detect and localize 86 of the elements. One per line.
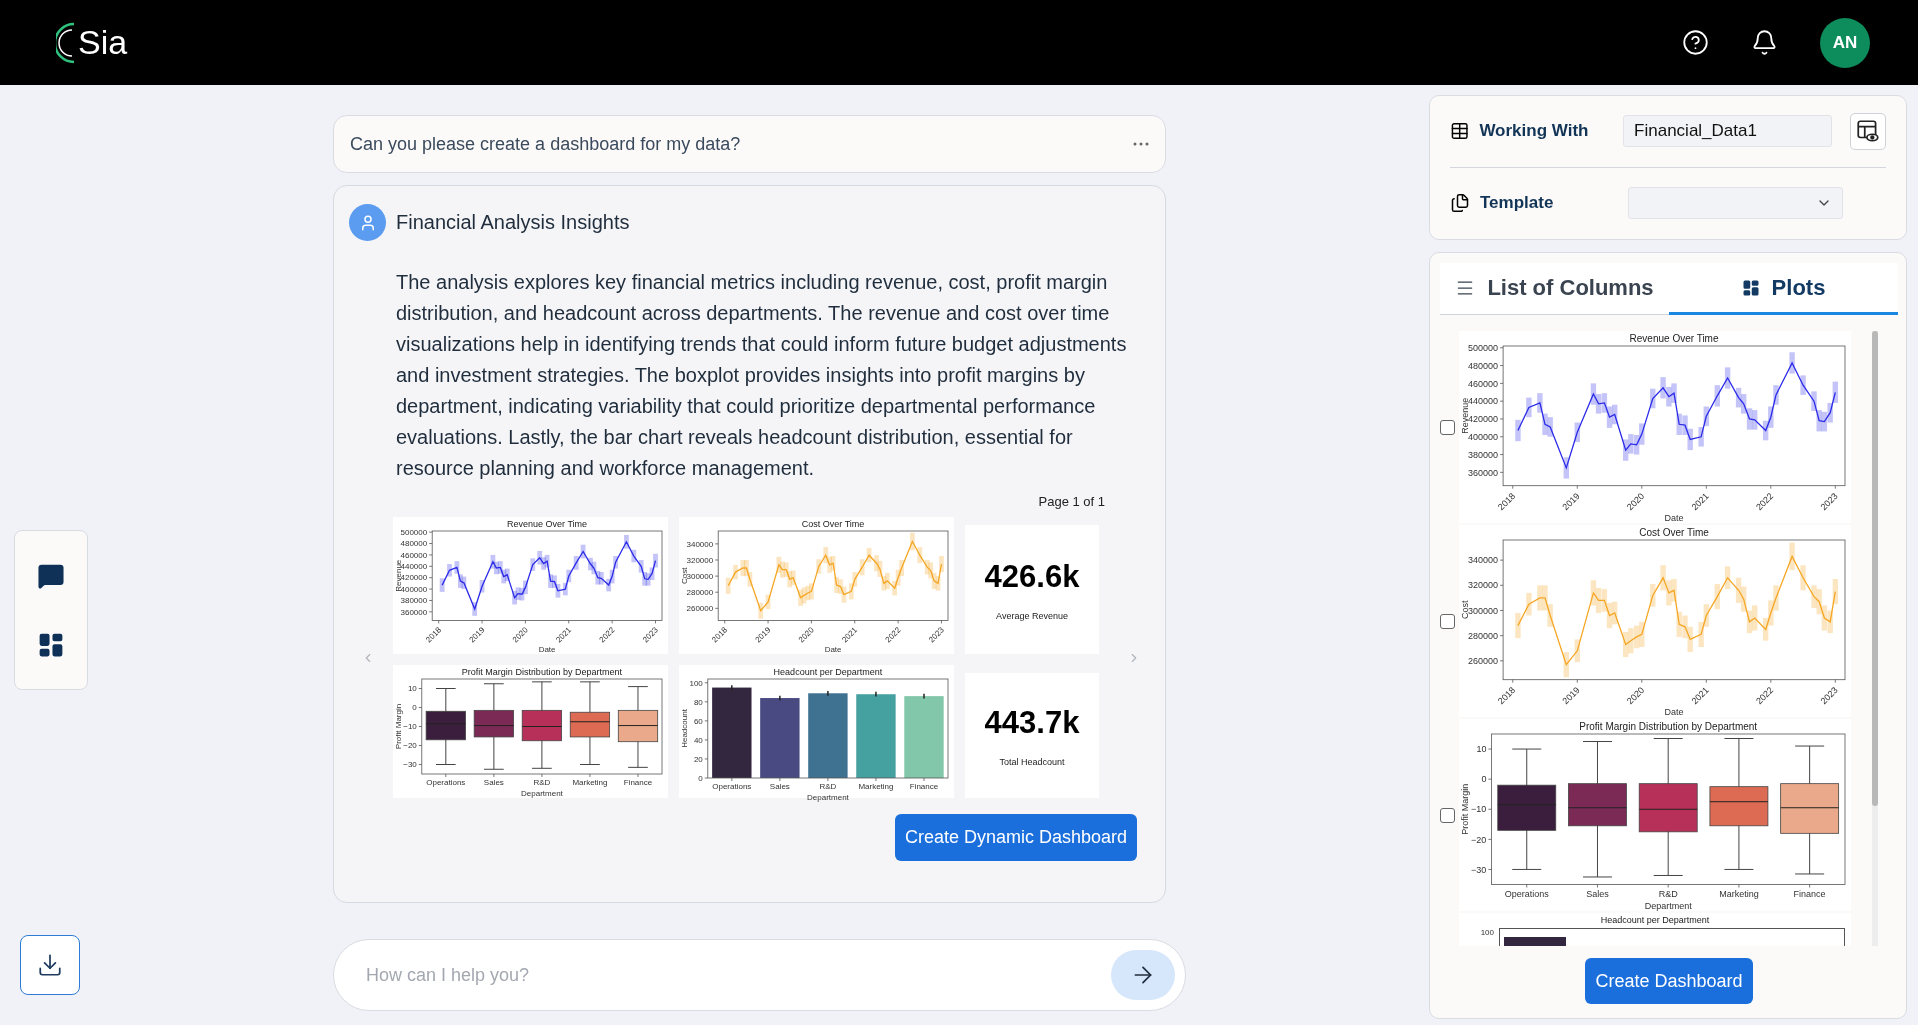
page-indicator: Page 1 of 1 (1038, 494, 1106, 509)
category-label: Marketing (1719, 888, 1759, 899)
tick-label: −20 (1471, 834, 1487, 845)
axis-label: Date (1664, 707, 1684, 717)
category-label: Sales (1586, 888, 1609, 899)
chart-title: Headcount per Department (773, 667, 883, 677)
tick-label: −30 (1471, 864, 1487, 875)
tick-label: 460000 (1468, 378, 1499, 389)
tick-label: −10 (1471, 804, 1487, 815)
tick-label: 20 (693, 754, 703, 764)
tick-label: 340000 (1468, 555, 1499, 566)
tick-label: 300000 (686, 571, 714, 581)
tick-label: 260000 (686, 604, 714, 614)
response-text: The analysis explores key financial metrics including revenue, cost, profit margin distribution, and headcount across departments. The revenue and cost over time visualizations help in identifying trends that could inform future budget adjustments and investment strategies. The boxplot provides insights into profit margins by department, indicating variability that could prioritize departmental performance evaluations. Lastly, the bar chart reveals headcount distribution, essential for resource planning and workforce management. (396, 270, 1128, 481)
kpi-value: 443.7k (984, 704, 1080, 741)
chart-title: Revenue Over Time (1629, 333, 1719, 344)
tick-label: −20 (403, 741, 417, 751)
chart-title: Headcount per Department (1600, 915, 1710, 925)
tick-label: 340000 (686, 539, 714, 549)
category-label: Operations (712, 782, 752, 791)
tick-label: 280000 (1468, 630, 1499, 641)
tick-label: 280000 (686, 588, 714, 597)
tick-label: 400000 (400, 584, 428, 594)
chart-title: Profit Margin Distribution by Department (461, 667, 622, 677)
kpi-label: Total Headcount (999, 756, 1065, 767)
tick-label: 60 (693, 716, 703, 726)
chart-title: Revenue Over Time (507, 519, 588, 529)
field-label: Template (1480, 193, 1555, 214)
tick-label: 400000 (1468, 431, 1499, 442)
kpi-value: 426.6k (984, 558, 1080, 595)
chart-title: Profit Margin Distribution by Department (1579, 721, 1758, 732)
tick-label: 0 (1481, 774, 1487, 785)
category-label: Sales (769, 782, 790, 791)
axis-label: Date (824, 645, 842, 654)
tick-label: 380000 (400, 596, 428, 606)
category-label: Sales (483, 778, 504, 787)
tick-label: 80 (693, 697, 703, 707)
tick-label: 100 (1479, 928, 1495, 937)
tick-label: −10 (403, 722, 417, 732)
category-label: Marketing (572, 778, 608, 787)
tick-label: 260000 (1468, 655, 1499, 666)
category-label: Marketing (858, 782, 894, 791)
category-label: Finance (1793, 888, 1826, 899)
tick-label: 480000 (1468, 360, 1499, 371)
chart-title: Cost Over Time (1639, 527, 1709, 538)
tick-label: 40 (693, 735, 703, 745)
category-label: Operations (1504, 888, 1549, 899)
category-label: Finance (623, 778, 653, 787)
tick-label: 440000 (400, 562, 428, 572)
tick-label: 360000 (400, 607, 428, 617)
axis-label: Department (1644, 901, 1692, 911)
tick-label: 100 (689, 678, 703, 688)
tick-label: 360000 (1468, 467, 1499, 478)
logo: Sia (78, 23, 128, 62)
tick-label: 0 (698, 773, 703, 783)
tick-label: 320000 (686, 555, 714, 565)
tick-label: 420000 (1468, 414, 1499, 425)
tick-label: 300000 (1468, 605, 1499, 616)
axis-label: Profit Margin (394, 703, 403, 750)
axis-label: Date (538, 645, 556, 654)
response-title: Financial Analysis Insights (396, 211, 630, 234)
axis-label: Department (521, 789, 563, 798)
tick-label: 0 (412, 703, 417, 713)
tick-label: 500000 (1468, 342, 1499, 353)
tick-label: 10 (1476, 744, 1487, 755)
category-label: R&D (819, 782, 837, 791)
kpi-label: Average Revenue (996, 610, 1068, 621)
tick-label: 460000 (400, 550, 428, 560)
message-text: Can you please create a dashboard for my data? (350, 133, 741, 155)
axis-label: Date (1664, 513, 1684, 523)
category-label: Finance (909, 782, 939, 791)
axis-label: Profit Margin (1460, 783, 1470, 835)
category-label: R&D (1658, 888, 1678, 899)
tick-label: 320000 (1468, 580, 1499, 591)
tick-label: 420000 (400, 573, 428, 583)
chart-title: Cost Over Time (801, 519, 865, 529)
tick-label: 500000 (400, 527, 428, 537)
category-label: Operations (426, 778, 466, 787)
tick-label: −30 (403, 760, 417, 770)
category-label: R&D (533, 778, 551, 787)
tick-label: 10 (407, 684, 417, 694)
axis-label: Headcount (680, 709, 689, 748)
tick-label: 440000 (1468, 396, 1499, 407)
tick-label: 380000 (1468, 449, 1499, 460)
tick-label: 480000 (400, 539, 428, 549)
field-label: Working With (1479, 121, 1590, 142)
